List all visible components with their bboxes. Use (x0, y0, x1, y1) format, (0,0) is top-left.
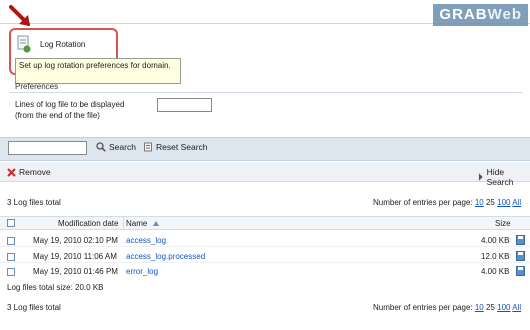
pager-option-all[interactable]: All (512, 303, 521, 312)
reset-icon (144, 142, 152, 152)
remove-label: Remove (19, 167, 51, 177)
col-name[interactable]: Name (126, 219, 159, 228)
log-rotation-link[interactable]: Log Rotation (40, 40, 85, 49)
row-size: 4.00 KB (481, 267, 510, 276)
sort-asc-icon (152, 221, 159, 226)
pager-top: Number of entries per page: 10 25 100 Al… (373, 198, 521, 207)
row-file-link[interactable]: access_log.processed (126, 252, 205, 261)
row-divider (0, 246, 530, 247)
pager-option-10[interactable]: 10 (475, 198, 484, 207)
pager-option-all[interactable]: All (512, 198, 521, 207)
hide-search-label: Hide Search (486, 167, 514, 187)
toolbar (0, 162, 530, 182)
row-date: May 19, 2010 02:10 PM (33, 236, 118, 245)
pager-option-100[interactable]: 100 (497, 303, 510, 312)
lines-sublabel: (from the end of the file) (15, 111, 100, 120)
search-label: Search (109, 142, 136, 152)
watermark-logo: GRABWeb (433, 4, 528, 26)
pager-option-25[interactable]: 25 (486, 303, 495, 312)
row-checkbox[interactable] (7, 268, 15, 276)
download-icon[interactable] (516, 251, 525, 261)
files-total-bottom: 3 Log files total (7, 303, 61, 312)
select-all-checkbox[interactable] (7, 219, 15, 227)
remove-button[interactable]: Remove (7, 167, 51, 177)
pager-label: Number of entries per page: (373, 303, 473, 312)
row-checkbox[interactable] (7, 237, 15, 245)
row-size: 4.00 KB (481, 236, 510, 245)
lines-label: Lines of log file to be displayed (15, 100, 125, 109)
pager-label: Number of entries per page: (373, 198, 473, 207)
search-input[interactable] (8, 141, 87, 155)
row-file-link[interactable]: access_log (126, 236, 166, 245)
row-checkbox[interactable] (7, 253, 15, 261)
files-total-size: Log files total size: 20.0 KB (7, 283, 104, 292)
col-divider (123, 216, 124, 230)
row-date: May 19, 2010 01:46 PM (33, 267, 118, 276)
log-file-icon (17, 35, 31, 53)
download-icon[interactable] (516, 266, 525, 276)
arrow-icon (9, 5, 30, 26)
reset-search-label: Reset Search (156, 142, 208, 152)
log-rotation-tooltip: Set up log rotation preferences for doma… (15, 58, 181, 84)
preferences-divider (10, 92, 522, 93)
remove-icon (7, 167, 16, 177)
hide-search-icon (478, 173, 483, 181)
col-modification-date[interactable]: Modification date (58, 219, 118, 228)
pager-option-10[interactable]: 10 (475, 303, 484, 312)
hide-search-button[interactable]: Hide Search (478, 167, 530, 187)
pager-option-25[interactable]: 25 (486, 198, 495, 207)
row-divider (0, 262, 530, 263)
col-size[interactable]: Size (495, 219, 511, 228)
row-date: May 19, 2010 11:06 AM (33, 252, 117, 261)
lines-input[interactable] (157, 98, 212, 112)
files-total-top: 3 Log files total (7, 198, 61, 207)
pager-bottom: Number of entries per page: 10 25 100 Al… (373, 303, 521, 312)
download-icon[interactable] (516, 235, 525, 245)
search-icon (96, 142, 106, 152)
reset-search-button[interactable]: Reset Search (143, 142, 208, 152)
row-file-link[interactable]: error_log (126, 267, 158, 276)
row-size: 12.0 KB (481, 252, 510, 261)
preferences-legend: Preferences (15, 82, 59, 91)
pager-option-100[interactable]: 100 (497, 198, 510, 207)
search-button[interactable]: Search (96, 142, 136, 152)
